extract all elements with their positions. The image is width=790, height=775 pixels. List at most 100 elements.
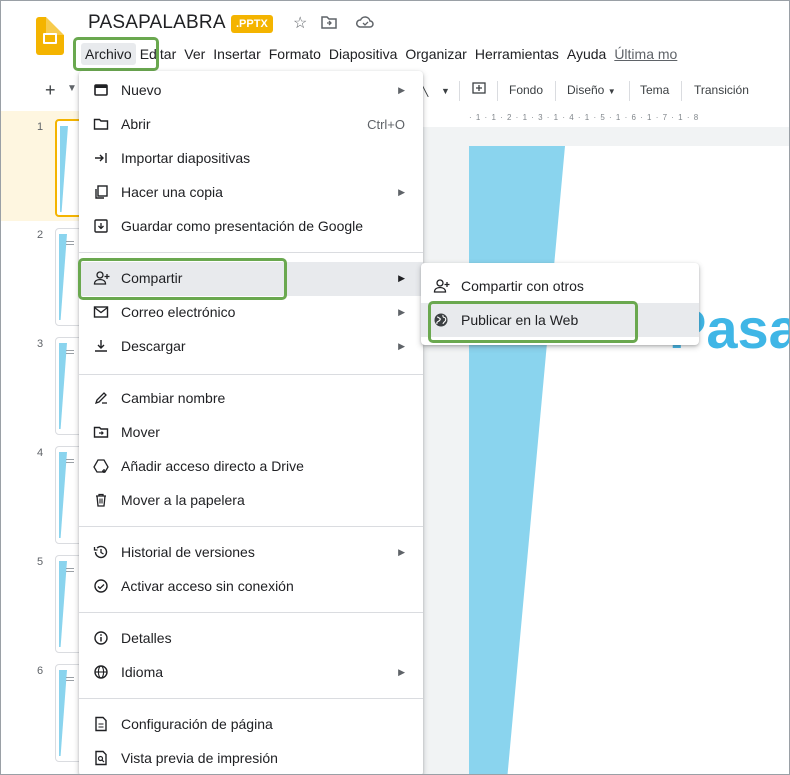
submenu-arrow-icon: ▶	[398, 187, 405, 197]
submenu-arrow-icon: ▶	[398, 307, 405, 317]
menu-item-hacer-una-copia[interactable]: Hacer una copia ▶	[79, 176, 423, 210]
menu-organizar[interactable]: Organizar	[401, 43, 470, 65]
page-setup-icon	[93, 716, 111, 734]
submenu-arrow-icon: ▶	[398, 547, 405, 557]
star-icon[interactable]: ☆	[293, 13, 307, 33]
move-folder-icon	[93, 424, 111, 442]
chevron-down-icon: ▼	[607, 87, 616, 96]
submenu-arrow-icon: ▶	[398, 667, 405, 677]
share-person-icon	[433, 278, 451, 296]
menu-herramientas[interactable]: Herramientas	[471, 43, 563, 65]
rename-icon	[93, 390, 111, 408]
compartir-highlight-outline	[78, 258, 287, 300]
menu-item-label: Historial de versiones	[121, 544, 255, 560]
menu-formato[interactable]: Formato	[265, 43, 325, 65]
transition-button[interactable]: Transición	[694, 83, 749, 97]
menu-item-descargar[interactable]: Descargar ▶	[79, 330, 423, 364]
menu-item-label: Idioma	[121, 664, 164, 680]
submenu-arrow-icon: ▶	[398, 341, 405, 351]
menu-insertar[interactable]: Insertar	[209, 43, 264, 65]
menu-item-label: Abrir	[121, 116, 151, 132]
shortcut-label: Ctrl+O	[367, 117, 405, 132]
toolbar-divider	[629, 81, 630, 101]
save-icon	[93, 218, 111, 236]
menu-item-label: Activar acceso sin conexión	[121, 578, 294, 594]
menu-item-abrir[interactable]: Abrir Ctrl+O	[79, 108, 423, 142]
menu-item-mover-a-papelera[interactable]: Mover a la papelera	[79, 484, 423, 518]
current-slide[interactable]: Pasa	[469, 146, 789, 774]
toolbar-divider	[555, 81, 556, 101]
menu-item-anadir-acceso-directo[interactable]: Añadir acceso directo a Drive	[79, 450, 423, 484]
slide-number: 3	[37, 338, 44, 350]
layout-label: Diseño	[567, 83, 605, 97]
menu-bar: Archivo Editar Ver Insertar Formato Diap…	[81, 43, 681, 65]
menu-item-label: Nuevo	[121, 82, 162, 98]
horizontal-ruler[interactable]: · 1 · 1 · 2 · 1 · 3 · 1 · 4 · 1 · 5 · 1 …	[469, 113, 789, 125]
submenu-arrow-icon: ▶	[398, 85, 405, 95]
toolbar-divider	[497, 81, 498, 101]
menu-item-idioma[interactable]: Idioma ▶	[79, 656, 423, 690]
submenu-item-label: Compartir con otros	[461, 278, 584, 294]
info-icon	[93, 630, 111, 648]
menu-item-label: Detalles	[121, 630, 172, 646]
slide-decorative-stripe	[469, 146, 565, 774]
comment-icon[interactable]	[471, 81, 487, 97]
new-presentation-icon	[93, 82, 111, 100]
layout-button[interactable]: Diseño ▼	[567, 83, 616, 97]
submenu-arrow-icon: ▶	[398, 273, 405, 283]
email-icon	[93, 304, 111, 322]
menu-divider	[79, 612, 423, 613]
file-type-badge: .PPTX	[231, 15, 273, 33]
slide-number: 6	[37, 665, 44, 677]
submenu-item-compartir-con-otros[interactable]: Compartir con otros	[421, 269, 699, 303]
menu-item-label: Mover	[121, 424, 160, 440]
menu-item-detalles[interactable]: Detalles	[79, 622, 423, 656]
menu-divider	[79, 698, 423, 699]
menu-item-nuevo[interactable]: Nuevo ▶	[79, 74, 423, 108]
slide-number: 1	[37, 121, 44, 133]
background-button[interactable]: Fondo	[509, 83, 543, 97]
menu-item-correo-electronico[interactable]: Correo electrónico ▶	[79, 296, 423, 330]
menu-item-label: Añadir acceso directo a Drive	[121, 458, 304, 474]
document-title[interactable]: PASAPALABRA	[88, 12, 226, 34]
menu-item-label: Correo electrónico	[121, 304, 236, 320]
move-to-folder-icon[interactable]	[321, 15, 337, 29]
menu-item-cambiar-nombre[interactable]: Cambiar nombre	[79, 382, 423, 416]
last-edit-link[interactable]: Última mo	[610, 43, 681, 65]
menu-divider	[79, 252, 423, 253]
offline-icon	[93, 578, 111, 596]
menu-item-label: Importar diapositivas	[121, 150, 251, 166]
menu-divider	[79, 374, 423, 375]
menu-item-label: Hacer una copia	[121, 184, 223, 200]
menu-item-vista-previa-impresion[interactable]: Vista previa de impresión	[79, 742, 423, 774]
menu-item-activar-sin-conexion[interactable]: Activar acceso sin conexión	[79, 570, 423, 604]
chevron-down-icon[interactable]: ▼	[441, 86, 450, 96]
menu-divider	[79, 526, 423, 527]
slides-logo-icon[interactable]	[36, 17, 64, 55]
toolbar-divider	[459, 81, 460, 101]
menu-ver[interactable]: Ver	[180, 43, 209, 65]
archivo-highlight-outline	[73, 37, 159, 71]
menu-diapositiva[interactable]: Diapositiva	[325, 43, 401, 65]
menu-item-label: Descargar	[121, 338, 186, 354]
menu-item-configuracion-de-pagina[interactable]: Configuración de página	[79, 708, 423, 742]
menu-item-mover[interactable]: Mover	[79, 416, 423, 450]
file-menu-dropdown: Nuevo ▶ Abrir Ctrl+O Importar diapositiv…	[79, 71, 423, 774]
app-window: PASAPALABRA .PPTX ☆ Archivo Editar Ver I…	[0, 0, 790, 775]
theme-button[interactable]: Tema	[640, 83, 669, 97]
menu-ayuda[interactable]: Ayuda	[563, 43, 610, 65]
folder-open-icon	[93, 116, 111, 134]
chevron-down-icon[interactable]: ▼	[67, 83, 77, 94]
menu-item-label: Mover a la papelera	[121, 492, 245, 508]
menu-item-historial-de-versiones[interactable]: Historial de versiones ▶	[79, 536, 423, 570]
slide-number: 4	[37, 447, 44, 459]
menu-item-importar-diapositivas[interactable]: Importar diapositivas	[79, 142, 423, 176]
new-slide-button[interactable]: +	[45, 80, 56, 101]
print-preview-icon	[93, 750, 111, 768]
menu-item-guardar-como-google[interactable]: Guardar como presentación de Google	[79, 210, 423, 244]
menu-item-label: Cambiar nombre	[121, 390, 226, 406]
cloud-status-icon[interactable]	[356, 15, 374, 29]
slide-number: 2	[37, 229, 44, 241]
menu-item-label: Configuración de página	[121, 716, 273, 732]
globe-icon	[93, 664, 111, 682]
